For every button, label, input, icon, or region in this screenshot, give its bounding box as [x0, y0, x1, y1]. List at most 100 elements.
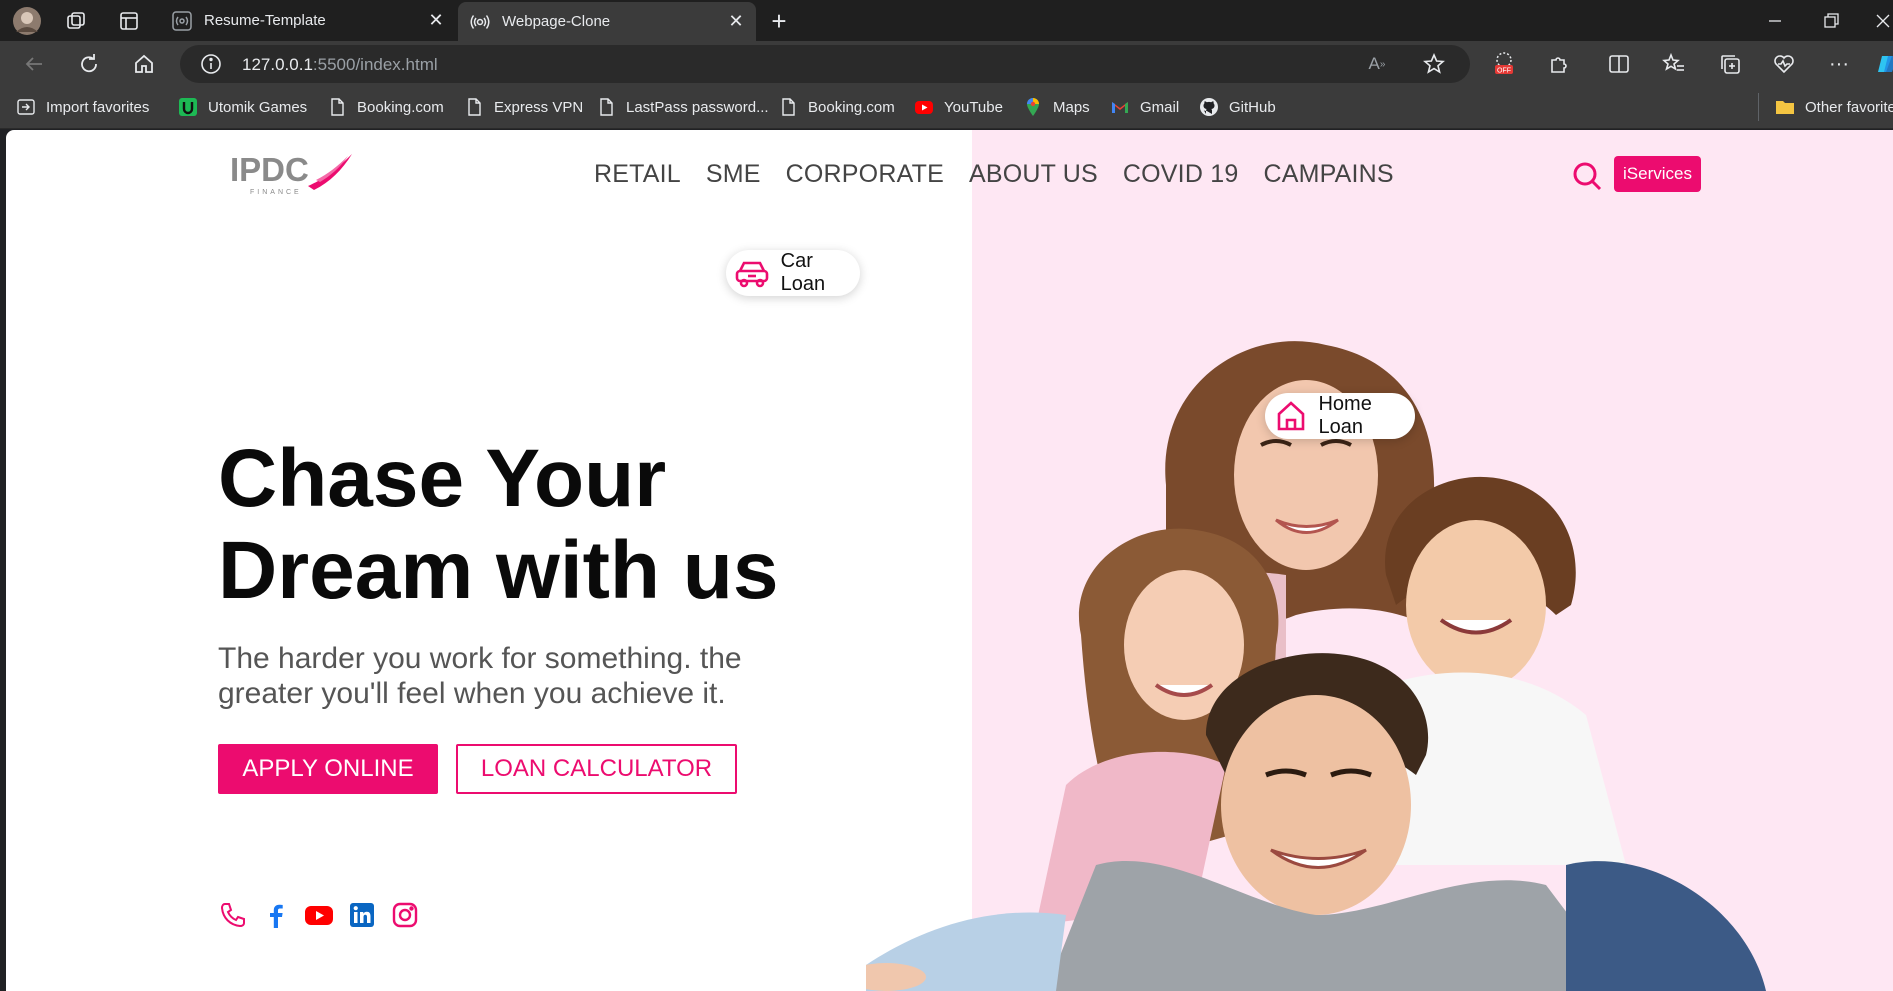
adblock-extension-icon[interactable]: OFF [1490, 50, 1518, 78]
iservices-button[interactable]: iServices [1614, 156, 1701, 192]
browser-essentials-icon[interactable] [1770, 50, 1798, 78]
home-loan-pill[interactable]: Home Loan [1265, 393, 1415, 439]
ipdc-logo[interactable]: IPDC FINANCE [224, 150, 354, 198]
page-icon [596, 97, 616, 117]
tab-actions-icon[interactable] [118, 10, 140, 32]
more-menu-icon[interactable]: ··· [1825, 50, 1853, 78]
bookmark-lastpass[interactable]: LastPass password... [596, 97, 769, 117]
youtube-icon [914, 97, 934, 117]
bookmark-label: YouTube [944, 98, 1003, 116]
reload-icon[interactable] [75, 50, 103, 78]
github-icon [1199, 97, 1219, 117]
nav-corporate[interactable]: CORPORATE [786, 160, 944, 189]
car-loan-pill[interactable]: Car Loan [726, 250, 860, 296]
facebook-icon[interactable] [261, 900, 291, 930]
youtube-icon[interactable] [304, 900, 334, 930]
bookmark-other-favorites[interactable]: Other favorites [1775, 97, 1893, 117]
restore-icon[interactable] [1818, 8, 1844, 34]
url-text[interactable]: 127.0.0.1:5500/index.html [242, 55, 438, 75]
read-aloud-icon[interactable]: A» [1366, 53, 1388, 75]
nav-retail[interactable]: RETAIL [594, 160, 681, 189]
bookmark-maps[interactable]: Maps [1023, 97, 1090, 117]
linkedin-icon[interactable] [347, 900, 377, 930]
back-icon[interactable] [20, 50, 48, 78]
tab-strip: Resume-Template ✕ Webpage-Clone ✕ + [0, 0, 1893, 41]
broadcast-icon [470, 12, 490, 32]
page-icon [464, 97, 484, 117]
hero-title: Chase Your Dream with us [218, 433, 858, 617]
hero-title-line-1: Chase Your [218, 433, 667, 524]
car-icon [734, 254, 771, 292]
close-icon[interactable]: ✕ [426, 10, 446, 31]
bookmark-gmail[interactable]: Gmail [1110, 97, 1179, 117]
import-icon [16, 97, 36, 117]
house-icon [1273, 397, 1308, 435]
page-icon [778, 97, 798, 117]
bookmark-express-vpn[interactable]: Express VPN [464, 97, 583, 117]
bookmark-label: Booking.com [357, 98, 444, 116]
nav-campains[interactable]: CAMPAINS [1263, 160, 1393, 189]
loan-calculator-button[interactable]: LOAN CALCULATOR [456, 744, 737, 794]
favorites-icon[interactable] [1660, 50, 1688, 78]
hero-title-line-2: Dream with us [218, 525, 779, 616]
instagram-icon[interactable] [390, 900, 420, 930]
bookmark-label: Express VPN [494, 98, 584, 116]
close-window-icon[interactable] [1870, 8, 1893, 34]
utomik-icon [178, 97, 198, 117]
nav-covid-19[interactable]: COVID 19 [1123, 160, 1239, 189]
workspaces-icon[interactable] [65, 10, 87, 32]
bookmark-label: GitHub [1229, 98, 1276, 116]
hero-subtitle: The harder you work for something. the g… [218, 642, 742, 710]
nav-sme[interactable]: SME [706, 160, 761, 189]
bookmark-booking[interactable]: Booking.com [327, 97, 444, 117]
bookmark-booking-2[interactable]: Booking.com [778, 97, 895, 117]
bookmarks-bar: Import favorites Utomik Games Booking.co… [0, 87, 1893, 129]
tab-webpage-clone[interactable]: Webpage-Clone ✕ [458, 2, 756, 41]
url-path: :5500/index.html [312, 55, 438, 74]
info-icon[interactable] [200, 53, 222, 75]
extensions-icon[interactable] [1545, 50, 1573, 78]
home-loan-label: Home Loan [1318, 393, 1372, 438]
tab-resume-template[interactable]: Resume-Template ✕ [160, 0, 456, 41]
webpage-viewport: IPDC FINANCE RETAIL SME CORPORATE ABOUT … [6, 130, 1893, 991]
minimize-icon[interactable] [1762, 8, 1788, 34]
folder-icon [1775, 97, 1795, 117]
tab-label: Webpage-Clone [502, 13, 611, 30]
close-icon[interactable]: ✕ [726, 11, 746, 32]
split-screen-icon[interactable] [1605, 50, 1633, 78]
svg-text:OFF: OFF [1497, 68, 1511, 75]
new-tab-icon[interactable]: + [766, 6, 792, 36]
url-host: 127.0.0.1 [242, 55, 313, 74]
copilot-icon[interactable] [1874, 50, 1893, 78]
maps-icon [1023, 97, 1043, 117]
profile-avatar[interactable] [12, 6, 42, 36]
bookmark-label: Maps [1053, 98, 1090, 116]
address-bar-row: 127.0.0.1:5500/index.html A» OFF ··· [0, 41, 1893, 87]
bookmark-import-favorites[interactable]: Import favorites [16, 97, 149, 117]
home-icon[interactable] [130, 50, 158, 78]
bookmark-label: Gmail [1140, 98, 1180, 116]
gmail-icon [1110, 97, 1130, 117]
bookmark-label: Booking.com [808, 98, 895, 116]
bookmark-github[interactable]: GitHub [1199, 97, 1276, 117]
logo-text: IPDC [230, 151, 309, 188]
phone-icon[interactable] [218, 900, 248, 930]
favorite-star-icon[interactable] [1422, 52, 1446, 76]
bookmark-utomik-games[interactable]: Utomik Games [178, 97, 307, 117]
url-bar[interactable]: 127.0.0.1:5500/index.html A» [180, 45, 1470, 83]
tab-label: Resume-Template [204, 12, 326, 29]
logo-subtext: FINANCE [250, 189, 302, 196]
bookmark-label: LastPass password... [626, 98, 769, 116]
bookmark-label: Utomik Games [208, 98, 308, 116]
bookmarks-divider [1758, 93, 1759, 121]
bookmark-youtube[interactable]: YouTube [914, 97, 1003, 117]
main-nav: RETAIL SME CORPORATE ABOUT US COVID 19 C… [594, 160, 1419, 189]
bookmark-label: Other favorites [1805, 98, 1893, 116]
search-icon[interactable] [1571, 160, 1603, 192]
collections-icon[interactable] [1716, 50, 1744, 78]
bookmark-label: Import favorites [46, 98, 150, 116]
page-icon [327, 97, 347, 117]
apply-online-button[interactable]: APPLY ONLINE [218, 744, 438, 794]
nav-about-us[interactable]: ABOUT US [969, 160, 1098, 189]
car-loan-label: Car Loan [780, 250, 826, 295]
